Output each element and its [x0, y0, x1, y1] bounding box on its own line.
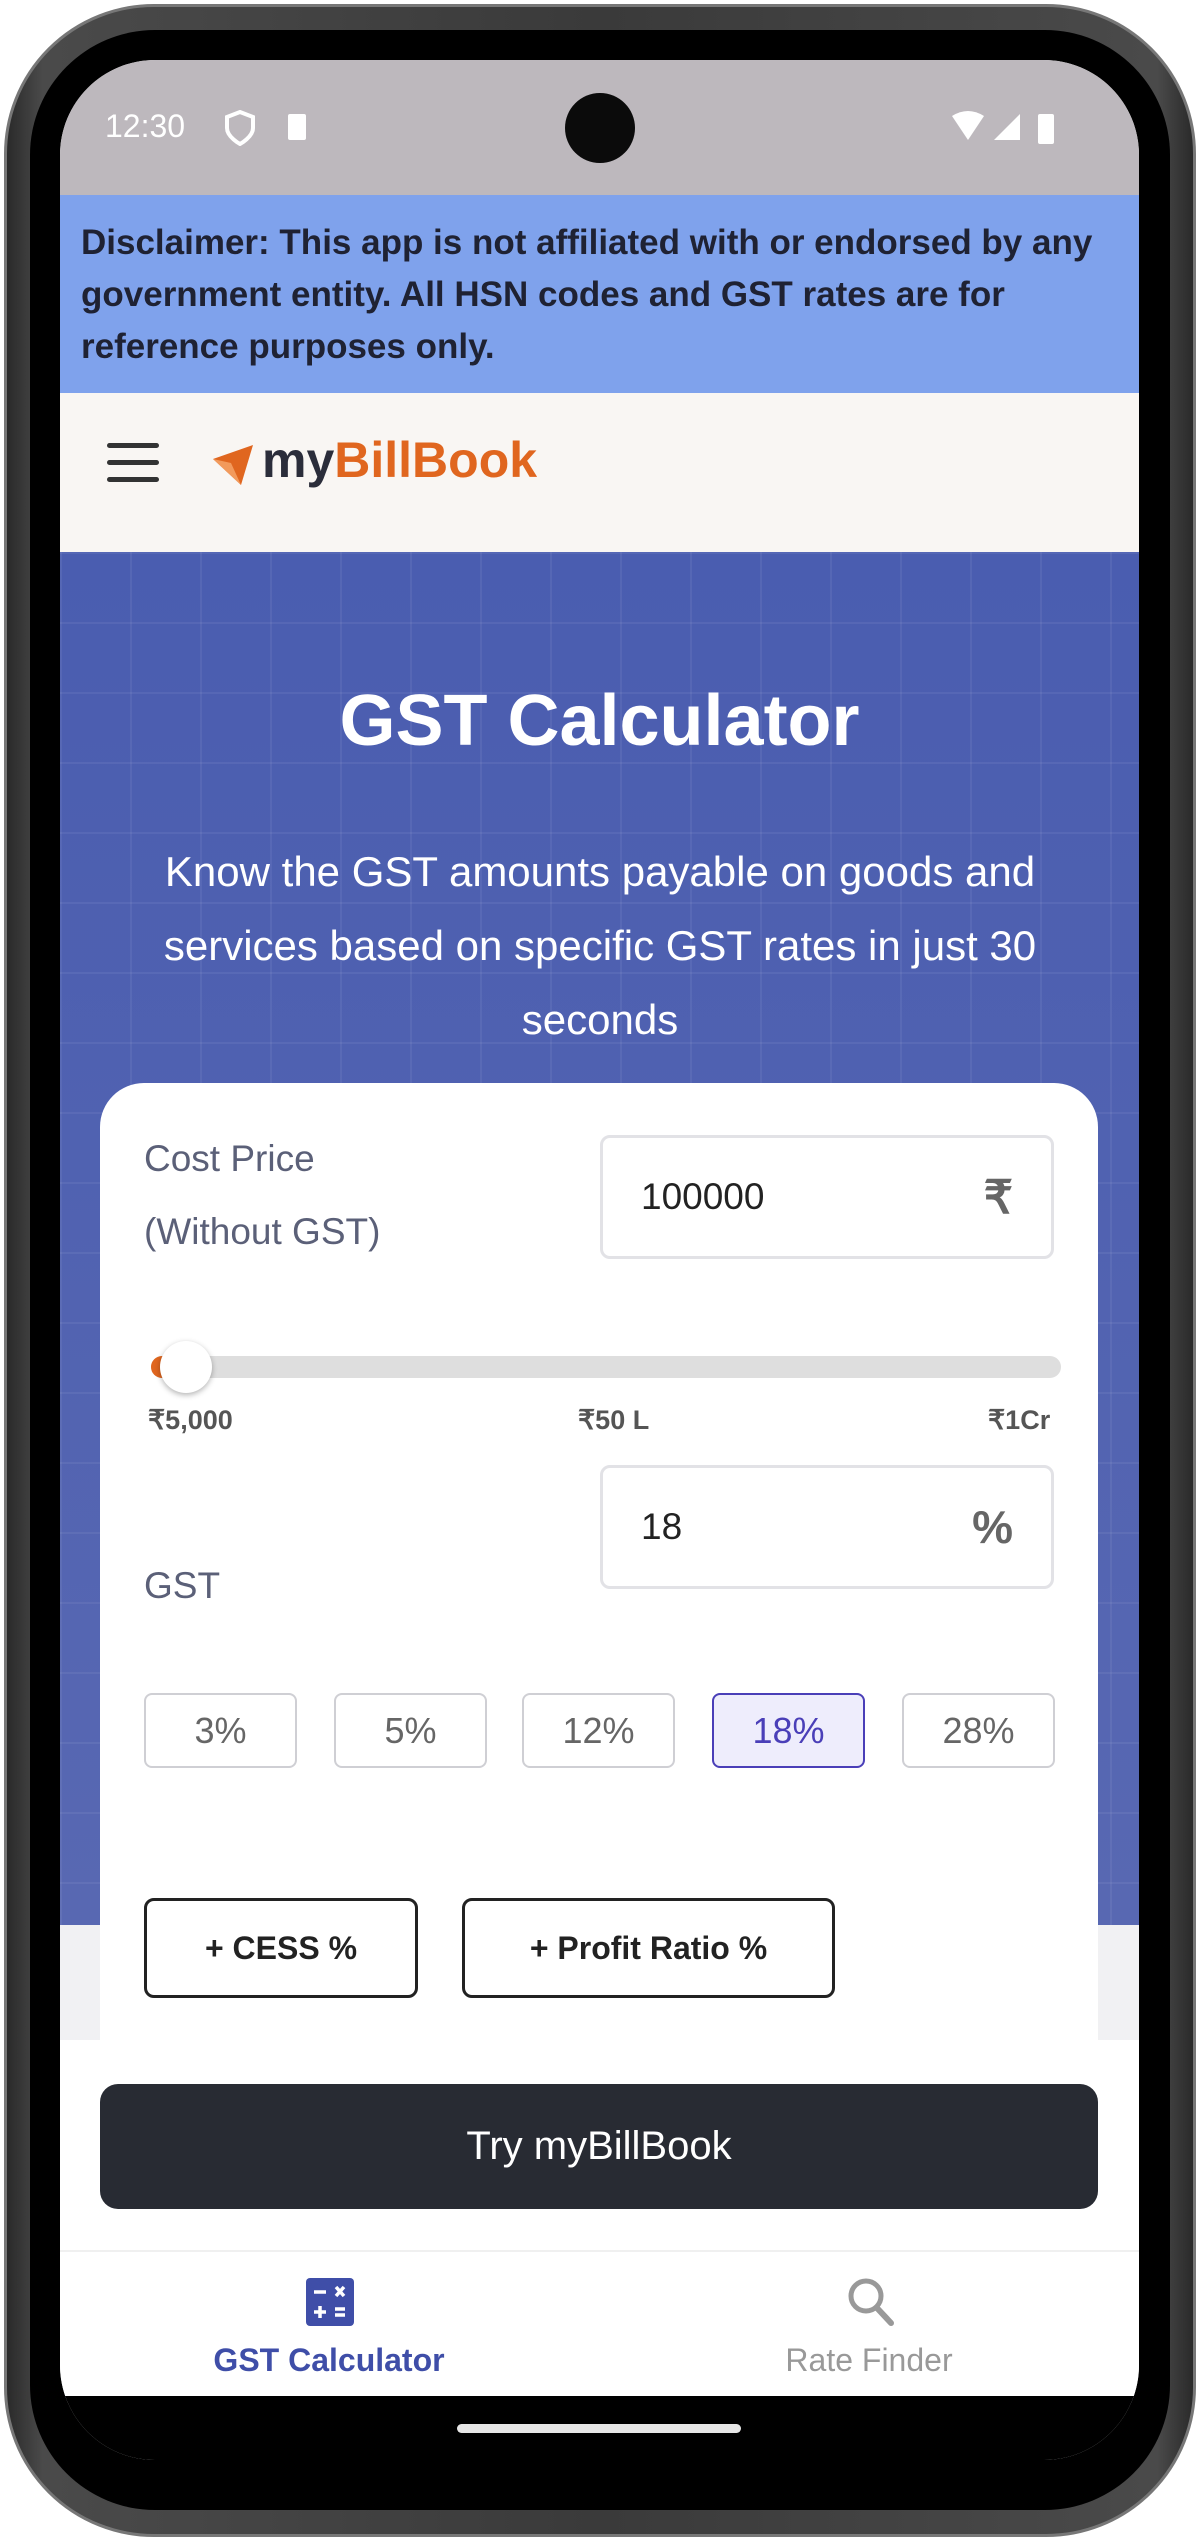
app-logo: myBillBook	[262, 432, 538, 488]
add-profit-ratio-button[interactable]: + Profit Ratio %	[462, 1898, 835, 1998]
calculator-card: Cost Price (Without GST) 100000 ₹ ₹5,000…	[100, 1083, 1098, 2183]
wifi-signal-battery-icons	[952, 111, 1054, 144]
cost-price-sublabel: (Without GST)	[144, 1211, 381, 1252]
slider-min-label: ₹5,000	[148, 1405, 233, 1435]
add-cess-button[interactable]: + CESS %	[144, 1898, 418, 1998]
try-mybillbook-button[interactable]: Try myBillBook	[100, 2084, 1098, 2209]
home-indicator[interactable]	[457, 2424, 741, 2433]
rate-chip-18[interactable]: 18%	[712, 1693, 865, 1768]
page-title: GST Calculator	[339, 681, 860, 761]
nav-label: GST Calculator	[213, 2342, 445, 2378]
slider-handle[interactable]	[160, 1341, 213, 1393]
cost-price-input[interactable]: 100000 ₹	[600, 1135, 1054, 1259]
nav-item-rate-finder[interactable]: Rate Finder	[669, 2252, 1069, 2398]
rate-chip-28[interactable]: 28%	[902, 1693, 1055, 1768]
search-icon	[848, 2278, 894, 2326]
slider-max-label: ₹1Cr	[988, 1405, 1051, 1435]
cost-price-slider[interactable]	[151, 1356, 1061, 1378]
rupee-icon: ₹	[983, 1171, 1013, 1223]
logo-mark-icon	[213, 445, 253, 485]
bottom-nav: GST Calculator Rate Finder	[60, 2250, 1139, 2396]
rate-chip-3[interactable]: 3%	[144, 1693, 297, 1768]
hamburger-menu-icon[interactable]	[107, 443, 159, 483]
gst-label: GST	[144, 1565, 221, 1606]
rate-chip-5[interactable]: 5%	[334, 1693, 487, 1768]
gst-rate-input[interactable]: 18 %	[600, 1465, 1054, 1589]
app-header: myBillBook	[60, 393, 1139, 552]
percent-icon: %	[972, 1501, 1013, 1553]
rate-chip-12[interactable]: 12%	[522, 1693, 675, 1768]
cost-price-value: 100000	[641, 1176, 765, 1217]
calculator-icon	[306, 2278, 354, 2326]
gst-rate-value: 18	[641, 1506, 683, 1547]
page-subtitle: Know the GST amounts payable on goods an…	[163, 848, 1037, 1043]
disclaimer-banner: Disclaimer: This app is not affiliated w…	[60, 195, 1139, 393]
camera-cutout	[565, 93, 635, 163]
slider-mid-label: ₹50 L	[578, 1405, 650, 1435]
nav-label: Rate Finder	[785, 2342, 953, 2378]
keyboard-a-icon	[288, 114, 306, 140]
cost-price-label: Cost Price	[144, 1138, 315, 1179]
screen: 12:30 Disclaimer: This app is not affili…	[60, 60, 1139, 2460]
shield-icon	[225, 110, 255, 146]
status-time: 12:30	[105, 108, 186, 144]
status-bar: 12:30	[60, 60, 1139, 195]
nav-item-gst-calculator[interactable]: GST Calculator	[129, 2252, 529, 2398]
